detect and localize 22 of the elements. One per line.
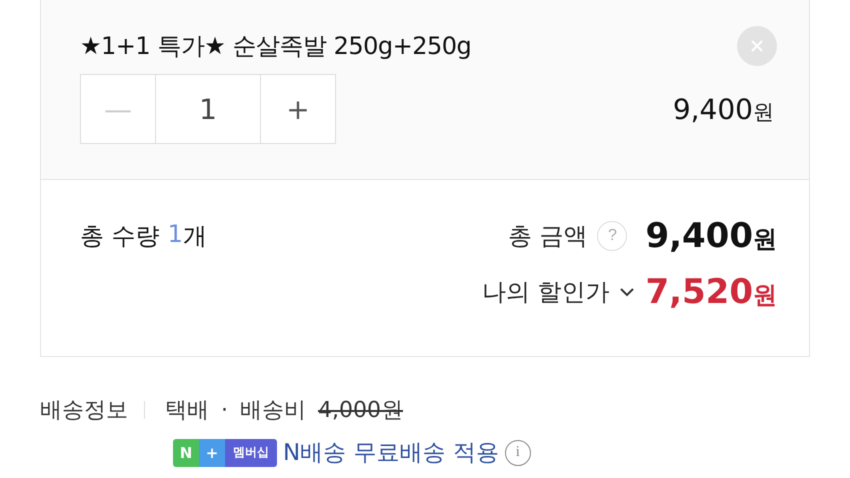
- fee-label: 배송비: [240, 397, 306, 425]
- discount-label: 나의 할인가: [482, 277, 610, 308]
- shipping-fee: 4,000원: [318, 397, 403, 425]
- help-button[interactable]: ?: [597, 221, 628, 251]
- membership-badge: 멤버십: [225, 438, 277, 466]
- quantity-count: 1: [168, 220, 183, 250]
- total-label: 총 금액: [508, 221, 588, 252]
- total-price: 9,400원: [645, 216, 777, 256]
- membership-badge: +: [199, 438, 225, 466]
- close-icon: [750, 39, 764, 53]
- quantity-unit: 개: [182, 221, 207, 252]
- quantity-label: 총 수량: [80, 221, 160, 252]
- shipping-method: 택배: [165, 397, 209, 425]
- separator-dot: ·: [221, 398, 228, 422]
- chevron-down-icon[interactable]: [619, 287, 636, 297]
- info-button[interactable]: i: [504, 440, 531, 466]
- membership-badge: N: [173, 438, 199, 466]
- product-name: ★1+1 특가★ 순살족발 250g+250g: [80, 31, 472, 62]
- item-price: 9,400원: [672, 92, 774, 126]
- free-shipping-text: N배송 무료배송 적용: [283, 439, 499, 468]
- discount-price: 7,520원: [645, 272, 777, 312]
- shipping-label: 배송정보: [40, 397, 128, 425]
